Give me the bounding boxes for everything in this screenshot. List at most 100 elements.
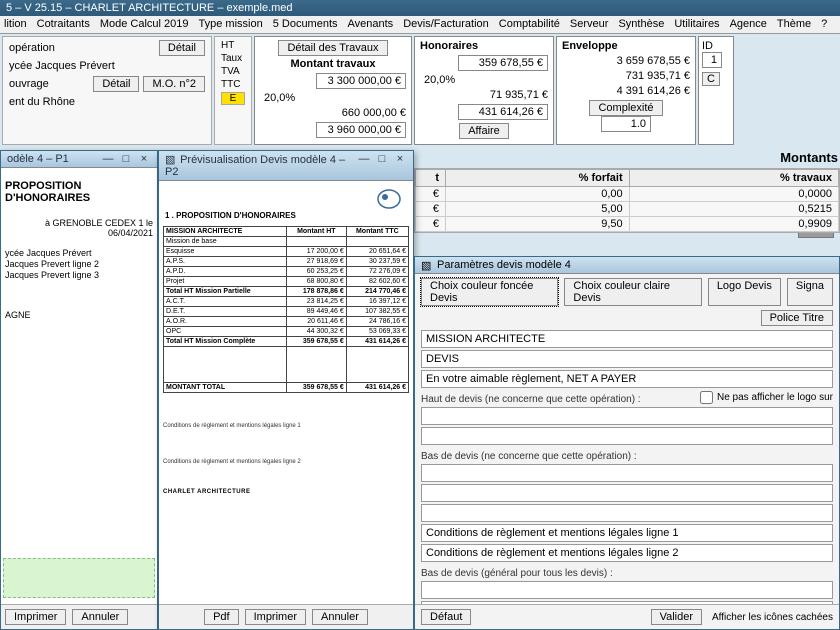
dark-color-button[interactable]: Choix couleur foncée Devis: [421, 278, 558, 306]
font-button[interactable]: Police Titre: [761, 310, 833, 326]
menu-item[interactable]: Mode Calcul 2019: [100, 18, 189, 31]
menu-item[interactable]: Cotraitants: [37, 18, 90, 31]
honoraires-panel: Honoraires 359 678,55 € 20,0% 71 935,71 …: [414, 36, 554, 145]
window-title: 5 – V 25.15 – CHARLET ARCHITECTURE – exe…: [6, 2, 293, 14]
print-button[interactable]: Imprimer: [245, 609, 306, 625]
menu-item[interactable]: Synthèse: [618, 18, 664, 31]
detail-button[interactable]: Détail: [159, 40, 205, 56]
ouvrage-label: ouvrage: [9, 78, 49, 90]
montant-tva: 660 000,00 €: [260, 107, 406, 119]
env-tva: 731 935,71 €: [562, 70, 690, 82]
montant-pct: 20,0%: [260, 92, 406, 104]
menu-item[interactable]: Thème: [777, 18, 811, 31]
cond-field-2[interactable]: [421, 544, 833, 562]
print-button[interactable]: Imprimer: [5, 609, 66, 625]
rate-e[interactable]: E: [221, 92, 245, 105]
light-color-button[interactable]: Choix couleur claire Devis: [564, 278, 701, 306]
bas-devis-label-2: Bas de devis (général pour tous les devi…: [421, 568, 833, 579]
close-icon[interactable]: ×: [393, 153, 407, 178]
table-row: OPC44 300,32 €53 069,33 €: [164, 327, 409, 337]
menu-item[interactable]: Serveur: [570, 18, 609, 31]
app-icon: ▧: [165, 153, 177, 165]
close-icon[interactable]: ×: [137, 153, 151, 165]
tbl-head-mission: MISSION ARCHITECTE: [164, 227, 287, 237]
menu-item[interactable]: Avenants: [348, 18, 394, 31]
menu-item[interactable]: 5 Documents: [273, 18, 338, 31]
hidden-icons-label: Afficher les icônes cachées: [712, 612, 833, 623]
table-row[interactable]: €0,000,0000: [416, 187, 839, 202]
cond-field-1[interactable]: [421, 524, 833, 542]
devis-field[interactable]: [421, 350, 833, 368]
table-row[interactable]: €9,500,9909: [416, 217, 839, 232]
rate-taux: Taux: [221, 53, 245, 64]
menu-item[interactable]: Devis/Facturation: [403, 18, 489, 31]
validate-button[interactable]: Valider: [651, 609, 702, 625]
table-row: D.E.T.89 449,46 €107 382,55 €: [164, 307, 409, 317]
mo-button[interactable]: M.O. n°2: [143, 76, 205, 92]
rate-ht: HT: [221, 40, 245, 51]
bas-field-2[interactable]: [421, 484, 833, 502]
bas-field-1[interactable]: [421, 464, 833, 482]
haut-field-1[interactable]: [421, 407, 833, 425]
bas-field-3[interactable]: [421, 504, 833, 522]
minimize-icon[interactable]: —: [357, 153, 371, 178]
signature-button[interactable]: Signa: [787, 278, 833, 306]
haut-field-2[interactable]: [421, 427, 833, 445]
params-dialog: ▧ Paramètres devis modèle 4 Choix couleu…: [414, 256, 840, 630]
affaire-button[interactable]: Affaire: [459, 123, 509, 139]
operation-name: ycée Jacques Prévert: [9, 60, 115, 72]
table-row: Esquisse17 200,00 €20 651,64 €: [164, 247, 409, 257]
cancel-button[interactable]: Annuler: [72, 609, 128, 625]
menu-item[interactable]: Comptabilité: [499, 18, 560, 31]
id-extra-btn[interactable]: C: [702, 72, 720, 86]
menu-item[interactable]: Agence: [730, 18, 767, 31]
maximize-icon[interactable]: □: [375, 153, 389, 178]
hide-logo-check[interactable]: Ne pas afficher le logo sur: [700, 391, 833, 404]
title-bar: 5 – V 25.15 – CHARLET ARCHITECTURE – exe…: [0, 0, 840, 16]
col-forfait: % forfait: [446, 170, 630, 187]
reglement-field[interactable]: [421, 370, 833, 388]
table-row: A.O.R.20 611,46 €24 786,16 €: [164, 317, 409, 327]
app-icon: ▧: [421, 259, 433, 271]
operation-label: opération: [9, 42, 55, 54]
rates-panel: HT Taux TVA TTC E: [214, 36, 252, 145]
id-value: 1: [702, 52, 722, 68]
minimize-icon[interactable]: —: [101, 153, 115, 165]
detail-button-2[interactable]: Détail: [93, 76, 139, 92]
montant-ttc: 3 960 000,00 €: [316, 122, 406, 138]
default-button[interactable]: Défaut: [421, 609, 471, 625]
client-line: ycée Jacques Prévert: [5, 248, 153, 258]
maximize-icon[interactable]: □: [119, 153, 133, 165]
preview-window-p2: ▧ Prévisualisation Devis modèle 4 – P2 —…: [158, 150, 414, 630]
logo-button[interactable]: Logo Devis: [708, 278, 781, 306]
window-title-p1: odèle 4 – P1: [7, 153, 69, 165]
table-row[interactable]: €5,000,5215: [416, 202, 839, 217]
honor-title: Honoraires: [420, 40, 548, 52]
params-title: Paramètres devis modèle 4: [437, 259, 571, 271]
honor-ht: 359 678,55 €: [458, 55, 548, 71]
detail-travaux-button[interactable]: Détail des Travaux: [278, 40, 387, 56]
menu-item[interactable]: lition: [4, 18, 27, 31]
doc-footer: CHARLET ARCHITECTURE: [163, 489, 409, 495]
montant-ht: 3 300 000,00 €: [316, 73, 406, 89]
menu-item[interactable]: ?: [821, 18, 827, 31]
complexite-button[interactable]: Complexité: [589, 100, 662, 116]
menu-bar: lition Cotraitants Mode Calcul 2019 Type…: [0, 16, 840, 34]
cancel-button[interactable]: Annuler: [312, 609, 368, 625]
table-row: Projet68 800,80 €82 602,60 €: [164, 277, 409, 287]
gen-field-1[interactable]: [421, 581, 833, 599]
id-label: ID: [702, 40, 730, 52]
percent-table: t % forfait % travaux €0,000,0000 €5,000…: [414, 168, 840, 233]
section-title: 1 . PROPOSITION D'HONORAIRES: [165, 211, 409, 220]
complexite-value: 1.0: [601, 116, 651, 132]
env-title: Enveloppe: [562, 40, 690, 52]
mission-field[interactable]: [421, 330, 833, 348]
honor-tva: 71 935,71 €: [420, 89, 548, 101]
pdf-button[interactable]: Pdf: [204, 609, 239, 625]
montant-title: Montant travaux: [260, 58, 406, 70]
menu-item[interactable]: Utilitaires: [674, 18, 719, 31]
tbl-head-ht: Montant HT: [286, 227, 346, 237]
client-line: AGNE: [5, 310, 153, 320]
menu-item[interactable]: Type mission: [199, 18, 263, 31]
hide-logo-checkbox[interactable]: [700, 391, 713, 404]
